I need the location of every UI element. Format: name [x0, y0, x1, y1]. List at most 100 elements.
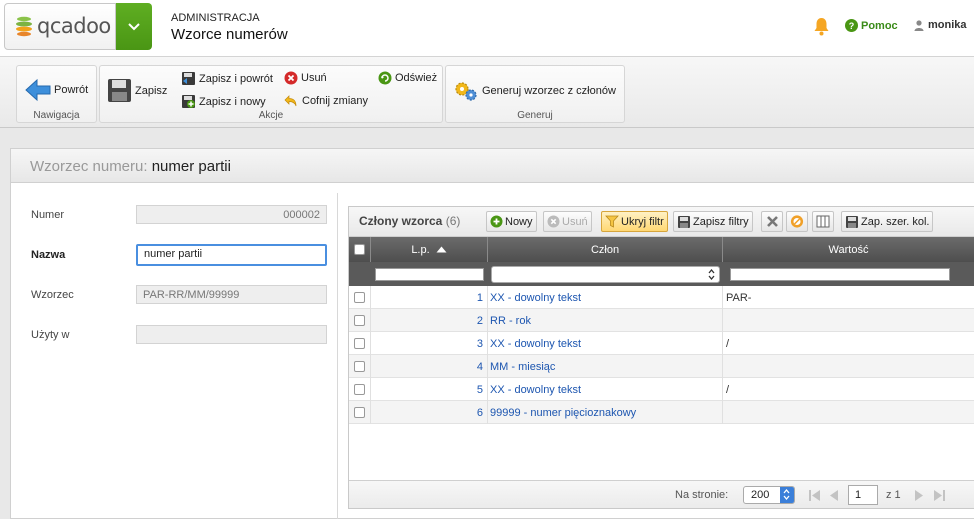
columns-icon — [816, 215, 830, 228]
refresh-icon — [378, 71, 392, 85]
lp-link[interactable]: 1 — [477, 292, 483, 304]
save-back-icon — [182, 72, 195, 85]
per-page-label: Na stronie: — [675, 489, 729, 501]
lp-link[interactable]: 5 — [477, 384, 483, 396]
member-link[interactable]: MM - miesiąc — [490, 361, 555, 373]
table-row[interactable]: 5 XX - dowolny tekst / — [349, 378, 974, 401]
number-label: Numer — [31, 209, 65, 221]
delete-member-button[interactable]: Usuń — [543, 211, 592, 232]
member-cell: RR - rok — [488, 309, 723, 332]
columns-button[interactable] — [812, 211, 834, 232]
column-header-member[interactable]: Człon — [488, 237, 723, 262]
filter-member-select[interactable] — [491, 266, 720, 283]
logo[interactable]: qcadoo — [4, 3, 116, 50]
form-title: Wzorzec numeru: numer partii — [30, 158, 231, 175]
member-link[interactable]: RR - rok — [490, 315, 531, 327]
save-new-button[interactable]: Zapisz i nowy — [181, 94, 266, 109]
refresh-label: Odśwież — [395, 72, 438, 84]
value-cell — [723, 309, 974, 332]
chevron-down-icon — [128, 22, 140, 30]
save-new-icon — [182, 95, 195, 108]
bell-icon[interactable] — [813, 17, 830, 36]
table-row[interactable]: 3 XX - dowolny tekst / — [349, 332, 974, 355]
delete-button[interactable]: Usuń — [284, 71, 327, 85]
new-member-button[interactable]: Nowy — [486, 211, 537, 232]
save-column-widths-label: Zap. szer. kol. — [861, 215, 930, 228]
ribbon-toolbar: Powrót Nawigacja Zapisz Zapisz i powrót — [0, 57, 974, 128]
used-in-label: Użyty w — [31, 329, 70, 341]
value-text: / — [726, 383, 730, 396]
row-select-cell — [349, 332, 371, 355]
per-page-select[interactable]: 200 — [743, 486, 795, 504]
logo-text: qcadoo — [37, 14, 111, 38]
ribbon-group-navigation: Powrót Nawigacja — [16, 65, 97, 123]
member-link[interactable]: 99999 - numer pięcioznakowy — [490, 407, 636, 419]
save-filters-button[interactable]: Zapisz filtry — [673, 211, 753, 232]
name-field[interactable]: numer partii — [136, 244, 327, 266]
filter-value-input[interactable] — [730, 268, 950, 281]
members-grid: Człony wzorca (6) Nowy Usuń Ukryj filtr … — [348, 206, 974, 509]
cancel-changes-button[interactable]: Cofnij zmiany — [284, 94, 368, 108]
grid-toolbar: Człony wzorca (6) Nowy Usuń Ukryj filtr … — [349, 207, 974, 237]
pattern-label: Wzorzec — [31, 289, 74, 301]
page-number-input[interactable]: 1 — [848, 485, 878, 505]
member-link[interactable]: XX - dowolny tekst — [490, 384, 581, 396]
save-back-button[interactable]: Zapisz i powrót — [181, 71, 273, 86]
table-row[interactable]: 4 MM - miesiąc — [349, 355, 974, 378]
table-row[interactable]: 2 RR - rok — [349, 309, 974, 332]
delete-icon — [284, 71, 298, 85]
refresh-button[interactable]: Odśwież — [378, 71, 437, 85]
row-select-cell — [349, 401, 371, 424]
row-checkbox[interactable] — [354, 407, 365, 418]
menu-toggle-button[interactable] — [116, 3, 152, 50]
save-button[interactable]: Zapisz — [107, 78, 167, 103]
member-link[interactable]: XX - dowolny tekst — [490, 338, 581, 350]
member-cell: XX - dowolny tekst — [488, 286, 723, 309]
first-page-icon[interactable] — [809, 490, 821, 501]
member-link[interactable]: XX - dowolny tekst — [490, 292, 581, 304]
lp-link[interactable]: 3 — [477, 338, 483, 350]
hide-filter-button[interactable]: Ukryj filtr — [601, 211, 668, 232]
back-button[interactable]: Powrót — [25, 78, 88, 102]
lp-link[interactable]: 4 — [477, 361, 483, 373]
help-icon: ? — [845, 19, 858, 32]
lp-cell: 4 — [371, 355, 488, 378]
help-link[interactable]: ? Pomoc — [845, 19, 898, 32]
select-all-checkbox[interactable] — [354, 244, 365, 255]
column-header-lp[interactable]: L.p. — [371, 237, 488, 262]
table-row[interactable]: 6 99999 - numer pięcioznakowy — [349, 401, 974, 424]
next-page-icon[interactable] — [914, 490, 924, 501]
row-select-cell — [349, 378, 371, 401]
grid-title-text: Człony wzorca — [359, 214, 443, 228]
lp-cell: 1 — [371, 286, 488, 309]
member-cell: MM - miesiąc — [488, 355, 723, 378]
reset-button[interactable] — [786, 211, 808, 232]
lp-link[interactable]: 6 — [477, 407, 483, 419]
member-cell: XX - dowolny tekst — [488, 378, 723, 401]
filter-lp-input[interactable] — [375, 268, 484, 281]
generate-pattern-button[interactable]: Generuj wzorzec z członów — [453, 80, 616, 102]
row-checkbox[interactable] — [354, 361, 365, 372]
column-header-value[interactable]: Wartość — [723, 237, 974, 262]
table-row[interactable]: 1 XX - dowolny tekst PAR- — [349, 286, 974, 309]
save-back-label: Zapisz i powrót — [199, 72, 273, 85]
hide-filter-label: Ukryj filtr — [621, 215, 664, 228]
lp-link[interactable]: 2 — [477, 315, 483, 327]
row-checkbox[interactable] — [354, 315, 365, 326]
user-menu[interactable]: monika — [914, 19, 967, 31]
clear-filters-button[interactable] — [761, 211, 783, 232]
row-checkbox[interactable] — [354, 292, 365, 303]
remove-icon — [766, 216, 778, 227]
row-checkbox[interactable] — [354, 384, 365, 395]
last-page-icon[interactable] — [933, 490, 945, 501]
row-select-cell — [349, 286, 371, 309]
panel-divider — [337, 193, 338, 519]
previous-page-icon[interactable] — [829, 490, 839, 501]
delete-icon — [547, 215, 560, 228]
chevron-updown-icon — [708, 269, 715, 280]
row-checkbox[interactable] — [354, 338, 365, 349]
form-title-prefix: Wzorzec numeru: — [30, 158, 148, 175]
save-column-widths-button[interactable]: Zap. szer. kol. — [841, 211, 934, 232]
delete-label: Usuń — [301, 72, 327, 84]
save-filters-label: Zapisz filtry — [693, 215, 749, 228]
